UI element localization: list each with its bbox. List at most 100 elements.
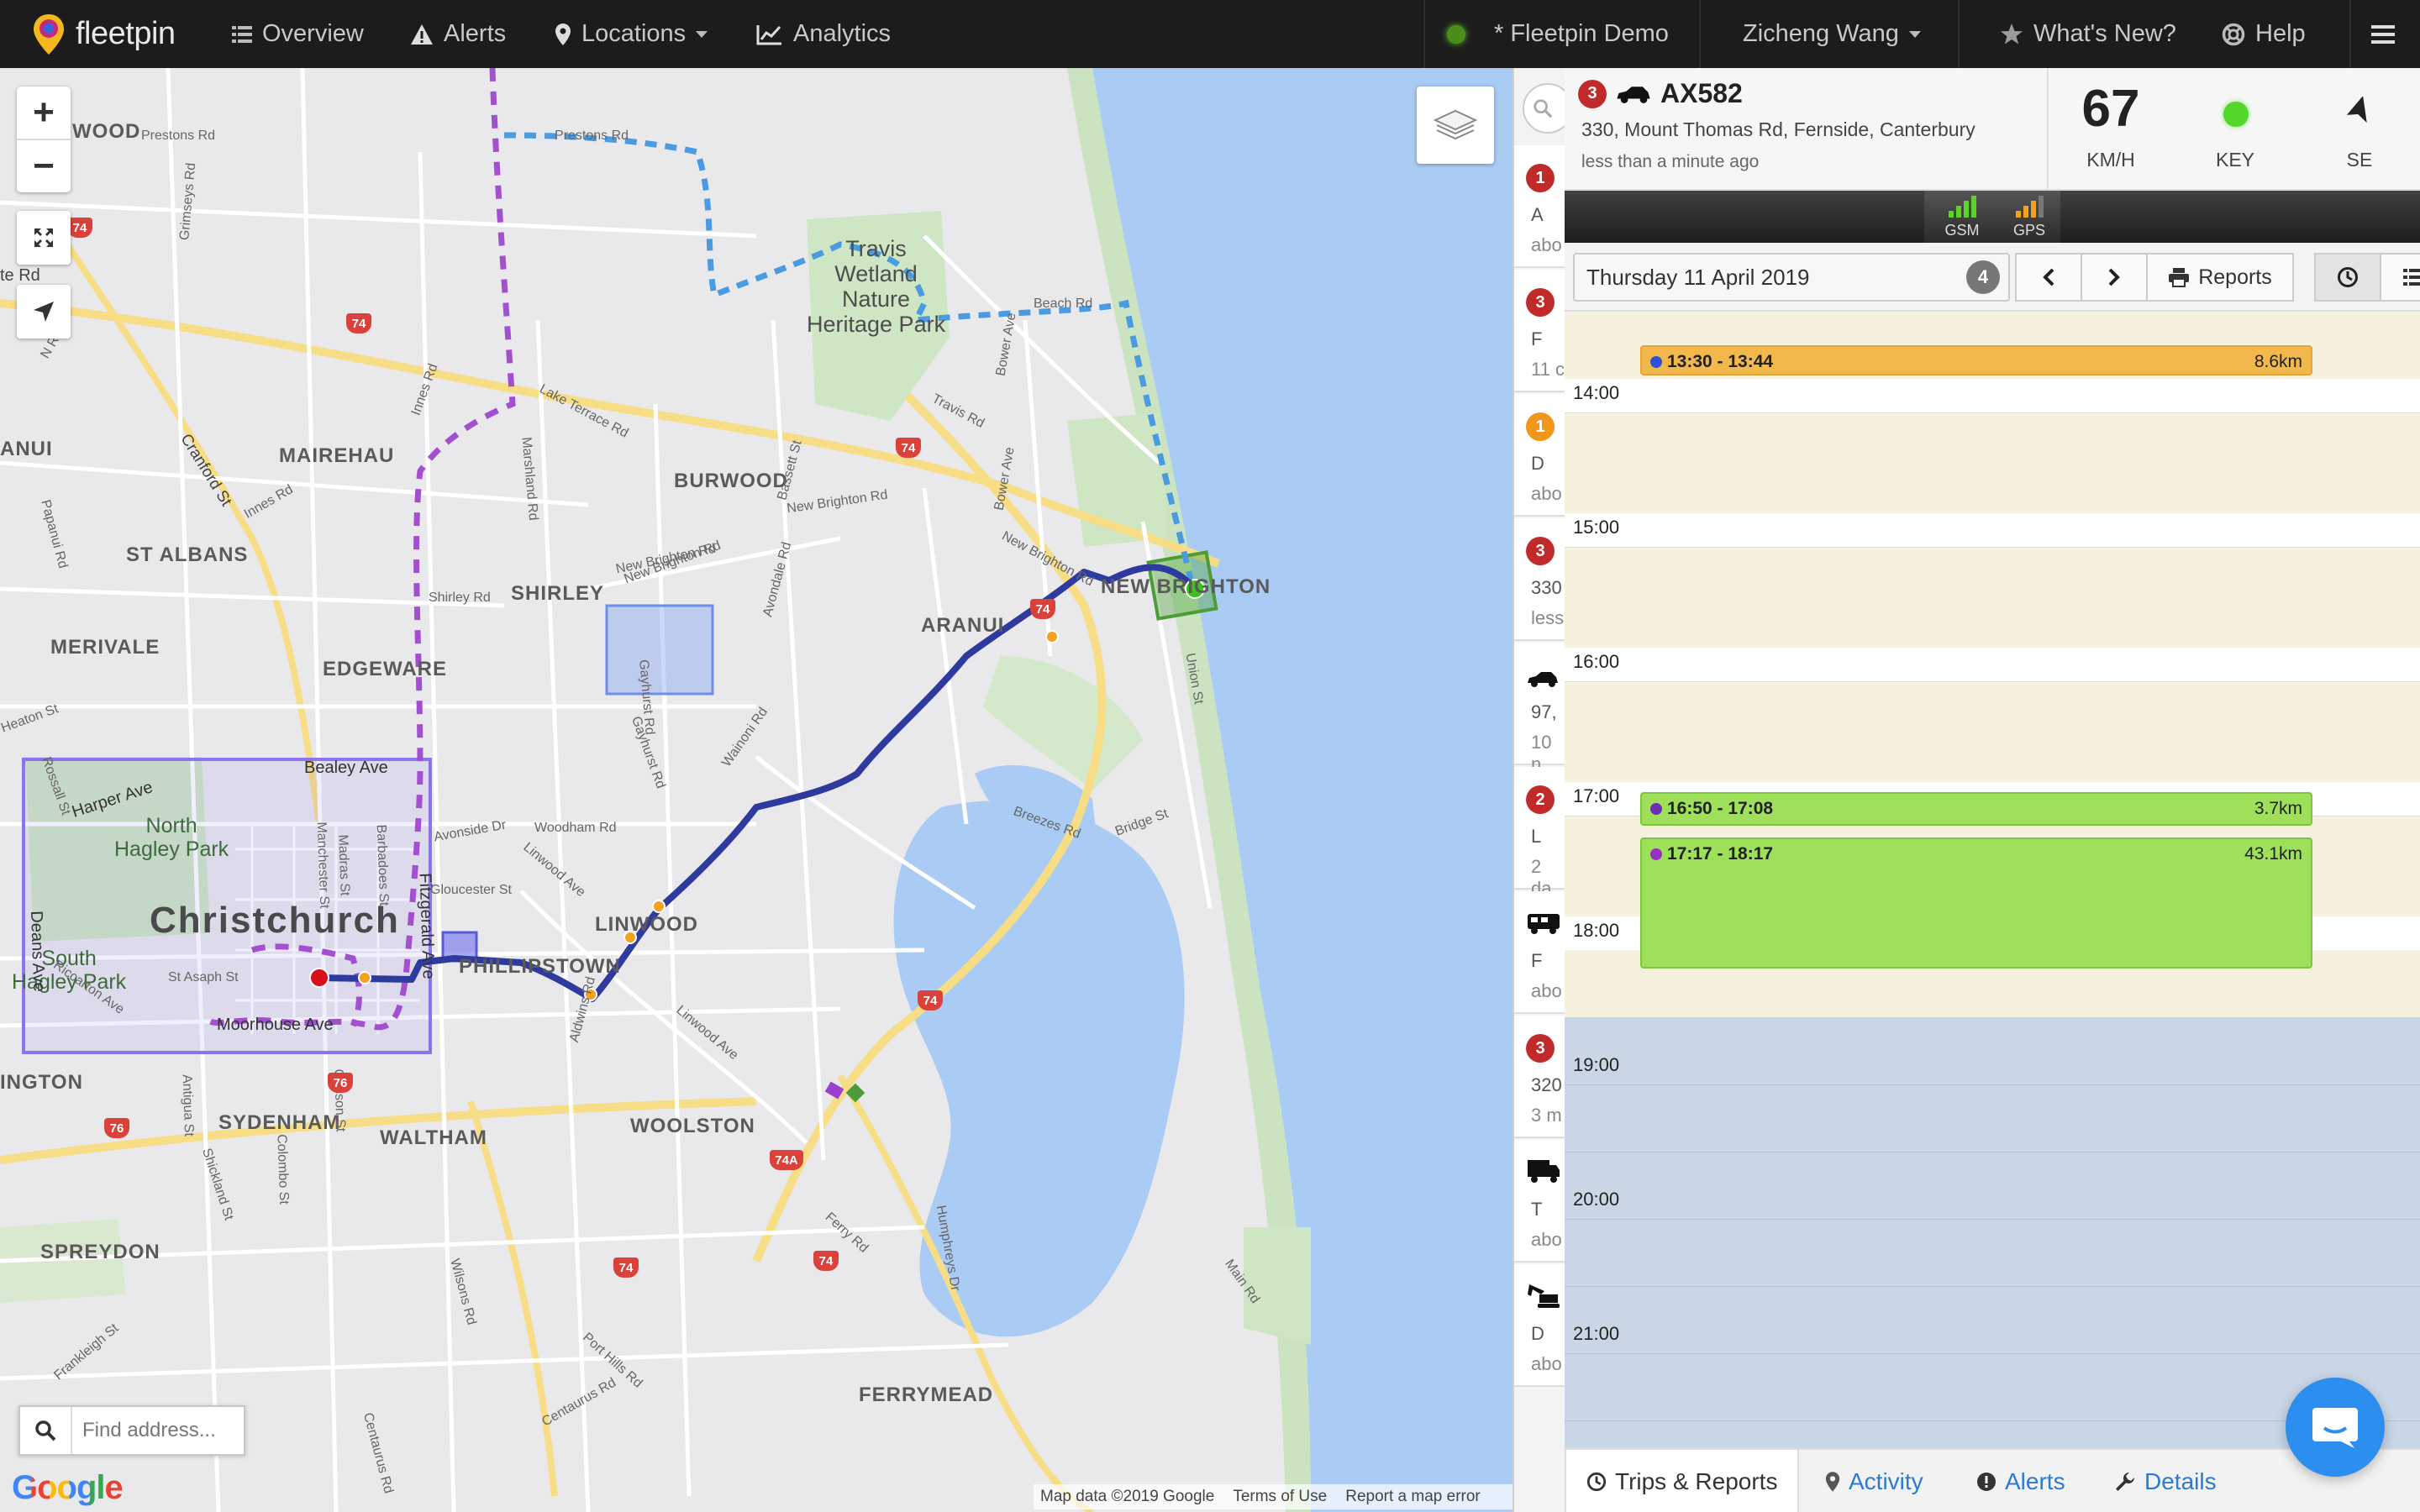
vehicle-time-snippet: abo [1531,483,1562,504]
tab-details[interactable]: Details [2114,1450,2217,1512]
vehicle-header: 3 AX582 330, Mount Thomas Rd, Fernside, … [1565,68,2420,191]
trip-time: 16:50 - 17:08 [1650,799,1773,819]
nav-analytics-label: Analytics [793,20,892,47]
previous-day-button[interactable] [2015,253,2082,302]
alert-count-badge: 1 [1526,412,1555,441]
whats-new-link[interactable]: What's New? [2000,0,2176,68]
hour-label: 20:00 [1573,1189,1620,1210]
search-button[interactable] [20,1407,72,1454]
date-picker[interactable]: Thursday 11 April 2019 4 [1573,253,2010,302]
user-menu[interactable]: Zicheng Wang [1743,0,1921,68]
vehicle-list-item[interactable]: 97, 10 n [1514,643,1565,774]
nav-locations[interactable]: Locations [555,0,708,68]
timeline-view-button[interactable] [2314,253,2381,302]
live-chat-button[interactable] [2286,1378,2385,1477]
signal-bar: GSM GPS [1565,191,2420,243]
gps-signal: GPS [2000,196,2059,239]
nav-locations-label: Locations [581,20,687,47]
vehicle-location-snippet: A [1531,204,1544,225]
tab-alerts[interactable]: Alerts [1976,1450,2065,1512]
next-day-button[interactable] [2081,253,2148,302]
vehicle-list-item[interactable]: 2 L 2 da [1514,767,1565,899]
vehicle-list-item[interactable]: 3 330 less [1514,518,1565,641]
nav-divider [2349,0,2351,68]
map-label-edgeware: EDGEWARE [323,658,448,680]
map-label-christchurch: Christchurch [150,900,400,941]
fullscreen-icon [34,228,53,247]
vehicle-list-item[interactable]: 3 F 11 c [1514,270,1565,392]
hour-label: 16:00 [1573,651,1620,672]
reports-button[interactable]: Reports [2146,253,2294,302]
list-icon [232,25,252,43]
trip-time: 13:30 - 13:44 [1650,352,1773,372]
heading-label: SE [2346,149,2373,171]
logo[interactable]: fleetpin [32,0,176,68]
vehicle-location-snippet: L [1531,826,1542,847]
fullscreen-button[interactable] [17,211,71,265]
map-label-mairehau: MAIREHAU [279,444,395,467]
nav-analytics[interactable]: Analytics [756,0,891,68]
report-map-error-link[interactable]: Report a map error [1345,1488,1481,1506]
help-label: Help [2255,20,2306,47]
nav-overview[interactable]: Overview [232,0,364,68]
account-name: * Fleetpin Demo [1494,20,1669,47]
trip-count-badge: 4 [1966,260,2000,294]
map-label-wood: WOOD [72,120,141,143]
vehicle-search[interactable] [1523,83,1565,134]
nav-divider [1958,0,1960,68]
trip-color-dot [1650,803,1662,815]
vehicle-list-item[interactable]: F abo [1514,891,1565,1014]
help-link[interactable]: Help [2222,0,2306,68]
tab-trips-reports[interactable]: Trips & Reports [1565,1450,1800,1512]
vehicle-list-item[interactable]: 1 A abo [1514,145,1565,268]
vehicle-time-snippet: 3 m [1531,1105,1562,1126]
trip-block[interactable]: 17:17 - 18:17 43.1km [1640,837,2312,969]
vehicle-list-item[interactable]: 1 D abo [1514,394,1565,517]
ignition-label: KEY [2215,149,2255,171]
nav-alerts[interactable]: Alerts [410,0,506,68]
vehicle-stats: 67 KM/H KEY SE [2047,68,2420,189]
warning-icon [411,24,433,45]
zoom-out-button[interactable]: − [17,140,71,192]
speed-unit: KM/H [2086,149,2135,171]
google-logo: Google [12,1469,124,1507]
road-label-shirley-rd: Shirley Rd [429,591,491,605]
selected-date: Thursday 11 April 2019 [1586,264,1810,290]
map-layers-button[interactable] [1417,87,1494,164]
gridline [1565,412,2420,413]
alert-count-badge: 1 [1526,164,1555,192]
vehicle-list-item[interactable]: 3 320 3 m [1514,1016,1565,1138]
chevron-down-icon [1908,30,1921,38]
zoom-in-button[interactable]: + [17,87,71,139]
list-view-button[interactable] [2380,253,2420,302]
hour-band [1565,412,2420,513]
gps-signal-icon [2016,196,2044,218]
map-label-waltham: WALTHAM [380,1126,487,1149]
chart-line-icon [756,24,781,45]
find-address-input[interactable]: Find address... [72,1419,216,1442]
gridline [1565,1286,2420,1287]
connection-status-icon [1447,24,1465,44]
trip-block[interactable]: 16:50 - 17:08 3.7km [1640,792,2312,826]
find-address-control: Find address... [18,1405,245,1456]
map-label-spreydon: SPREYDON [40,1241,160,1263]
alert-count-badge[interactable]: 3 [1578,79,1607,108]
trip-block[interactable]: 13:30 - 13:44 8.6km [1640,345,2312,375]
truck-icon [1528,1160,1560,1183]
map-label-linwood: LINWOOD [595,913,698,936]
tab-trips-reports-label: Trips & Reports [1615,1468,1778,1494]
gridline [1565,681,2420,682]
my-location-button[interactable] [17,285,71,339]
vehicle-list-item[interactable]: D abo [1514,1264,1565,1387]
speed-value: 67 [2081,80,2140,138]
terms-of-use-link[interactable]: Terms of Use [1233,1488,1327,1506]
hamburger-menu[interactable] [2371,0,2405,68]
gridline [1565,1219,2420,1220]
map-canvas[interactable]: Christchurch North Hagley Park South Hag… [0,68,1512,1512]
account-switcher[interactable]: * Fleetpin Demo [1447,0,1669,68]
tab-activity[interactable]: Activity [1825,1450,1923,1512]
road-label-beach: Beach Rd [1034,297,1093,311]
road-label-manchester: Manchester St [313,822,332,909]
trip-timeline[interactable]: 14:00 15:00 16:00 17:00 18:00 19:00 20:0… [1565,312,2420,1512]
vehicle-list-item[interactable]: T abo [1514,1140,1565,1263]
